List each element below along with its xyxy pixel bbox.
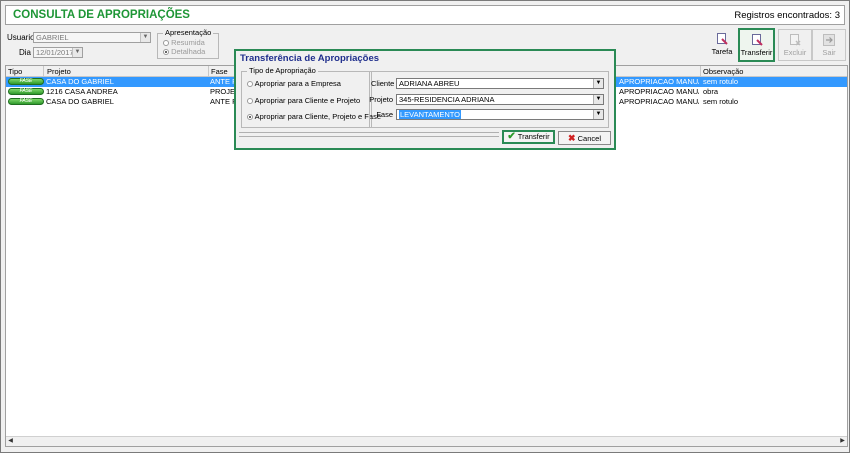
projeto-label: Projeto bbox=[369, 95, 393, 104]
transferir-confirm-label: Transferir bbox=[517, 132, 550, 141]
cliente-select[interactable]: ADRIANA ABREU ▼ bbox=[396, 78, 604, 89]
dia-date-field[interactable]: 12/01/2017 ▼ bbox=[33, 47, 83, 58]
usuario-value: GABRIEL bbox=[36, 33, 69, 42]
cancel-label: Cancel bbox=[577, 134, 601, 143]
fase-value: LEVANTAMENTO bbox=[399, 110, 462, 119]
apresentacao-group: Apresentação Resumida Detalhada bbox=[157, 28, 219, 59]
radio-icon bbox=[163, 40, 169, 47]
chevron-down-icon[interactable]: ▼ bbox=[593, 95, 603, 104]
transferir-confirm-button[interactable]: ✔ Transferir bbox=[502, 130, 555, 144]
cell-apropriacao: APROPRIACAO MANUAL bbox=[619, 77, 699, 86]
transfer-dialog: Transferência de Apropriações Tipo de Ap… bbox=[234, 49, 616, 150]
tipo-apropriacao-group: Tipo de Apropriação Apropriar para a Emp… bbox=[241, 66, 381, 128]
dia-label: Dia bbox=[19, 48, 32, 57]
column-divider[interactable] bbox=[208, 66, 209, 76]
fase-badge: FASE bbox=[8, 78, 44, 85]
column-observacao[interactable]: Observação bbox=[703, 67, 743, 76]
radio-cliente-projeto-fase-label: Apropriar para Cliente, Projeto e Fase bbox=[254, 112, 381, 121]
cell-apropriacao: APROPRIACAO MANUAL bbox=[619, 97, 699, 106]
fase-select[interactable]: LEVANTAMENTO ▼ bbox=[396, 109, 604, 120]
fase-badge: FASE bbox=[8, 88, 44, 95]
radio-cliente-projeto-label: Apropriar para Cliente e Projeto bbox=[254, 96, 361, 105]
radio-selected-icon bbox=[163, 49, 169, 56]
scroll-left-icon[interactable]: ◀ bbox=[6, 437, 15, 446]
projeto-select[interactable]: 345-RESIDENCIA ADRIANA ▼ bbox=[396, 94, 604, 105]
radio-detalhada[interactable]: Detalhada bbox=[163, 47, 205, 56]
cell-observacao: obra bbox=[703, 87, 719, 96]
cell-projeto: CASA DO GABRIEL bbox=[46, 77, 114, 86]
column-divider[interactable] bbox=[43, 66, 44, 76]
transferir-label: Transferir bbox=[740, 48, 773, 57]
chevron-down-icon[interactable]: ▼ bbox=[593, 110, 603, 119]
dialog-separator bbox=[239, 136, 499, 137]
check-icon: ✔ bbox=[507, 131, 516, 142]
dia-value: 12/01/2017 bbox=[36, 48, 74, 57]
cliente-label: Cliente bbox=[371, 79, 395, 88]
record-count: Registros encontrados: 3 bbox=[734, 10, 840, 21]
chevron-down-icon[interactable]: ▼ bbox=[593, 79, 603, 88]
exit-icon bbox=[823, 34, 835, 46]
column-fase[interactable]: Fase bbox=[211, 67, 228, 76]
tipo-apropriacao-title: Tipo de Apropriação bbox=[247, 66, 318, 75]
delete-icon bbox=[790, 34, 801, 46]
scroll-right-icon[interactable]: ▶ bbox=[838, 437, 847, 446]
radio-empresa-label: Apropriar para a Empresa bbox=[254, 79, 341, 88]
cancel-button[interactable]: ✖ Cancel bbox=[558, 131, 611, 145]
cell-apropriacao: APROPRIACAO MANUAL bbox=[619, 87, 699, 96]
fase-badge: FASE bbox=[8, 98, 44, 105]
column-tipo[interactable]: Tipo bbox=[8, 67, 22, 76]
radio-cliente-projeto-fase[interactable]: Apropriar para Cliente, Projeto e Fase bbox=[247, 112, 381, 121]
horizontal-scrollbar[interactable]: ◀ ▶ bbox=[6, 436, 847, 446]
column-projeto[interactable]: Projeto bbox=[47, 67, 71, 76]
excluir-button[interactable]: Excluir bbox=[778, 29, 812, 61]
cell-observacao: sem rotulo bbox=[703, 77, 739, 86]
radio-resumida[interactable]: Resumida bbox=[163, 38, 205, 47]
radio-selected-icon bbox=[247, 114, 253, 121]
projeto-value: 345-RESIDENCIA ADRIANA bbox=[399, 95, 495, 104]
main-window: CONSULTA DE APROPRIAÇÕES Registros encon… bbox=[0, 0, 850, 453]
calendar-dropdown-icon[interactable]: ▼ bbox=[72, 48, 82, 57]
chevron-down-icon[interactable]: ▼ bbox=[140, 33, 150, 42]
radio-empresa[interactable]: Apropriar para a Empresa bbox=[247, 79, 341, 88]
radio-cliente-projeto[interactable]: Apropriar para Cliente e Projeto bbox=[247, 96, 360, 105]
cell-observacao: sem rotulo bbox=[703, 97, 739, 106]
excluir-label: Excluir bbox=[783, 48, 807, 57]
dialog-separator bbox=[239, 132, 499, 133]
sair-label: Sair bbox=[822, 48, 836, 57]
fase-label: Fase bbox=[376, 110, 393, 119]
close-icon: ✖ bbox=[568, 133, 576, 143]
task-icon bbox=[717, 33, 728, 45]
cell-projeto: 1216 CASA ANDREA bbox=[46, 87, 118, 96]
header-bar: CONSULTA DE APROPRIAÇÕES Registros encon… bbox=[5, 5, 845, 25]
usuario-label: Usuario bbox=[7, 33, 35, 42]
transfer-icon bbox=[751, 34, 763, 46]
cell-projeto: CASA DO GABRIEL bbox=[46, 97, 114, 106]
tarefa-button[interactable]: Tarefa bbox=[705, 29, 739, 61]
page-title: CONSULTA DE APROPRIAÇÕES bbox=[13, 9, 190, 21]
dialog-title: Transferência de Apropriações bbox=[240, 53, 380, 64]
column-divider[interactable] bbox=[700, 66, 701, 76]
radio-icon bbox=[247, 98, 253, 105]
transferir-button[interactable]: Transferir bbox=[738, 28, 775, 62]
radio-icon bbox=[247, 81, 253, 88]
apresentacao-title: Apresentação bbox=[163, 28, 214, 37]
radio-detalhada-label: Detalhada bbox=[171, 47, 206, 56]
radio-resumida-label: Resumida bbox=[171, 38, 205, 47]
usuario-select[interactable]: GABRIEL ▼ bbox=[33, 32, 151, 43]
cliente-value: ADRIANA ABREU bbox=[399, 79, 460, 88]
sair-button[interactable]: Sair bbox=[812, 29, 846, 61]
tarefa-label: Tarefa bbox=[711, 47, 733, 56]
